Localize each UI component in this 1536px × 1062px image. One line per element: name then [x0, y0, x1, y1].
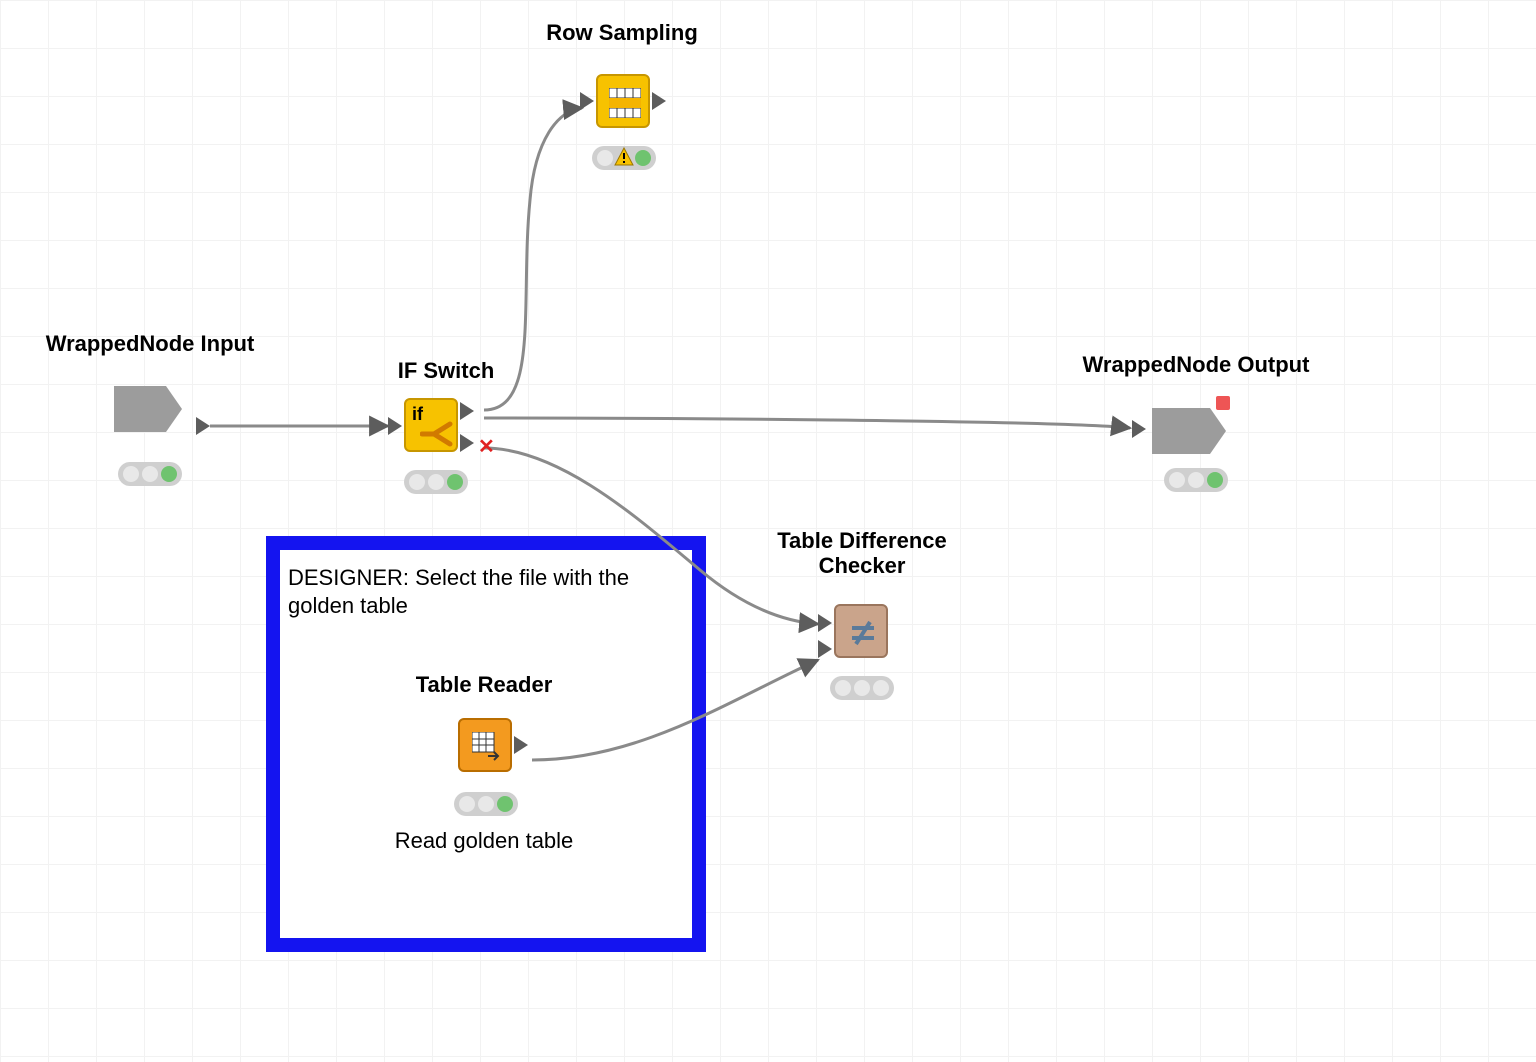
wrapped-input-label: WrappedNode Input	[46, 331, 255, 357]
wrapped-output-status	[1164, 468, 1228, 492]
table-diff-in-port-top[interactable]	[818, 614, 832, 632]
table-reader-sublabel: Read golden table	[395, 828, 574, 854]
row-sampling-status	[592, 146, 656, 170]
if-switch-node[interactable]: if	[404, 398, 458, 452]
row-sampling-in-port[interactable]	[580, 92, 594, 110]
wrapped-output-node[interactable]	[1146, 394, 1236, 473]
wrapped-output-label: WrappedNode Output	[1083, 352, 1310, 378]
wrapped-input-node[interactable]	[110, 372, 194, 451]
if-switch-label: IF Switch	[398, 358, 495, 384]
grid-icon	[609, 88, 641, 118]
table-diff-node[interactable]	[834, 604, 888, 658]
not-equal-icon	[848, 618, 878, 648]
switch-fork-icon	[420, 420, 454, 450]
table-reader-node[interactable]	[458, 718, 512, 772]
if-switch-status	[404, 470, 468, 494]
table-diff-in-port-bottom[interactable]	[818, 640, 832, 658]
if-switch-in-port[interactable]	[388, 417, 402, 435]
table-read-icon	[472, 732, 502, 762]
table-reader-label: Table Reader	[416, 672, 553, 698]
warning-icon	[616, 150, 632, 166]
table-reader-status	[454, 792, 518, 816]
inactive-branch-icon: ✕	[478, 434, 495, 459]
workflow-canvas[interactable]: DESIGNER: Select the file with the golde…	[0, 0, 1536, 1062]
connectors-layer	[0, 0, 1536, 1062]
row-sampling-label: Row Sampling	[546, 20, 698, 46]
wrapped-input-out-port[interactable]	[196, 417, 210, 435]
wrapped-output-in-port[interactable]	[1132, 420, 1146, 438]
lock-icon	[1216, 396, 1230, 410]
table-diff-label: Table Difference Checker	[777, 528, 947, 579]
row-sampling-node[interactable]	[596, 74, 650, 128]
wrapped-input-status	[118, 462, 182, 486]
if-switch-out-port-bottom[interactable]	[460, 434, 474, 452]
table-reader-out-port[interactable]	[514, 736, 528, 754]
table-diff-status	[830, 676, 894, 700]
if-switch-out-port-top[interactable]	[460, 402, 474, 420]
annotation-text: DESIGNER: Select the file with the golde…	[288, 564, 688, 619]
row-sampling-out-port[interactable]	[652, 92, 666, 110]
